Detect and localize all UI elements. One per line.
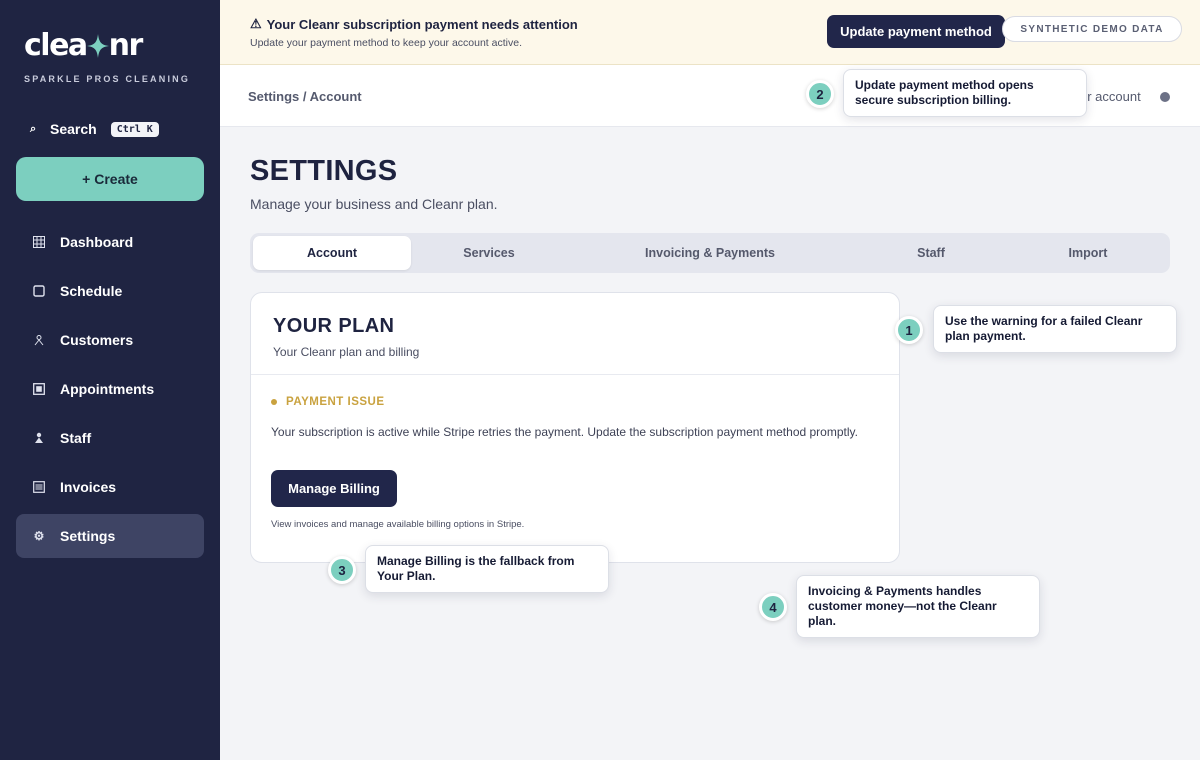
payment-issue-status: PAYMENT ISSUE: [271, 396, 385, 408]
brand-logo[interactable]: clea nr: [24, 28, 144, 63]
page-title: SETTINGS: [250, 155, 398, 187]
divider: [251, 374, 899, 375]
status-dot-icon: [271, 399, 277, 405]
sidebar-item-invoices[interactable]: Invoices: [16, 465, 204, 509]
callout-marker-2: 2: [806, 80, 834, 108]
sidebar: clea nr SPARKLE PROS CLEANING ⌕ Search C…: [0, 0, 220, 760]
account-link[interactable]: er account: [1080, 89, 1141, 104]
status-label: PAYMENT ISSUE: [286, 396, 385, 408]
sidebar-item-schedule[interactable]: Schedule: [16, 269, 204, 313]
sidebar-item-settings[interactable]: ⚙ Settings: [16, 514, 204, 558]
search-shortcut: Ctrl K: [110, 121, 159, 137]
search-icon: ⌕: [30, 122, 37, 135]
sidebar-item-appointments[interactable]: Appointments: [16, 367, 204, 411]
tab-services[interactable]: Services: [411, 236, 567, 270]
plan-card: YOUR PLAN Your Cleanr plan and billing P…: [250, 292, 900, 563]
sidebar-item-label: Schedule: [60, 283, 123, 299]
page-subtitle: Manage your business and Cleanr plan.: [250, 196, 498, 212]
person-icon: [32, 432, 46, 444]
manage-billing-button[interactable]: Manage Billing: [271, 470, 397, 507]
sidebar-item-customers[interactable]: Customers: [16, 318, 204, 362]
payment-issue-message: Your subscription is active while Stripe…: [271, 425, 858, 439]
callout-marker-4: 4: [759, 593, 787, 621]
callout-1: Use the warning for a failed Cleanr plan…: [933, 305, 1177, 353]
callout-3: Manage Billing is the fallback from Your…: [365, 545, 609, 593]
sidebar-item-label: Customers: [60, 332, 134, 348]
callout-2: Update payment method opens secure subsc…: [843, 69, 1087, 117]
demo-data-badge: SYNTHETIC DEMO DATA: [1002, 16, 1182, 42]
settings-tabs: Account Services Invoicing & Payments St…: [250, 233, 1170, 273]
sidebar-item-label: Dashboard: [60, 234, 134, 250]
tab-account[interactable]: Account: [253, 236, 411, 270]
callout-4: Invoicing & Payments handles customer mo…: [796, 575, 1040, 638]
update-payment-method-button[interactable]: Update payment method: [827, 15, 1005, 48]
square-icon: [32, 285, 46, 297]
grid-icon: [32, 236, 46, 248]
breadcrumb[interactable]: Settings / Account: [248, 89, 362, 104]
search-label: Search: [50, 121, 97, 137]
brand-name-part2: nr: [108, 28, 144, 63]
list-icon: [32, 481, 46, 493]
brand-subtitle: SPARKLE PROS CLEANING: [24, 74, 191, 84]
sidebar-item-label: Settings: [60, 528, 116, 544]
plan-subtitle: Your Cleanr plan and billing: [273, 345, 420, 359]
callout-marker-1: 1: [895, 316, 923, 344]
sparkle-icon: [86, 33, 109, 58]
warning-icon: ⚠: [250, 16, 262, 31]
account-status-dot: [1160, 92, 1170, 102]
tab-invoicing-payments[interactable]: Invoicing & Payments: [567, 236, 853, 270]
sidebar-item-label: Staff: [60, 430, 92, 446]
banner-title-text: Your Cleanr subscription payment needs a…: [266, 16, 578, 32]
tab-import[interactable]: Import: [1009, 236, 1167, 270]
gear-icon: ⚙: [33, 529, 45, 543]
tab-staff[interactable]: Staff: [853, 236, 1009, 270]
payment-warning-banner: ⚠ Your Cleanr subscription payment needs…: [220, 0, 1200, 65]
brand-name-part1: clea: [24, 28, 88, 63]
sidebar-item-label: Appointments: [60, 381, 155, 397]
banner-subtitle: Update your payment method to keep your …: [250, 37, 522, 49]
callout-marker-3: 3: [328, 556, 356, 584]
plan-title: YOUR PLAN: [273, 315, 395, 337]
billing-note: View invoices and manage available billi…: [271, 519, 525, 530]
search-button[interactable]: ⌕ Search Ctrl K: [30, 121, 159, 137]
sidebar-item-staff[interactable]: Staff: [16, 416, 204, 460]
create-button[interactable]: + Create: [16, 157, 204, 201]
sidebar-item-label: Invoices: [60, 479, 117, 495]
square-icon: [32, 383, 46, 395]
person-icon: [32, 334, 46, 346]
sidebar-item-dashboard[interactable]: Dashboard: [16, 220, 204, 264]
banner-title: ⚠ Your Cleanr subscription payment needs…: [250, 16, 578, 32]
